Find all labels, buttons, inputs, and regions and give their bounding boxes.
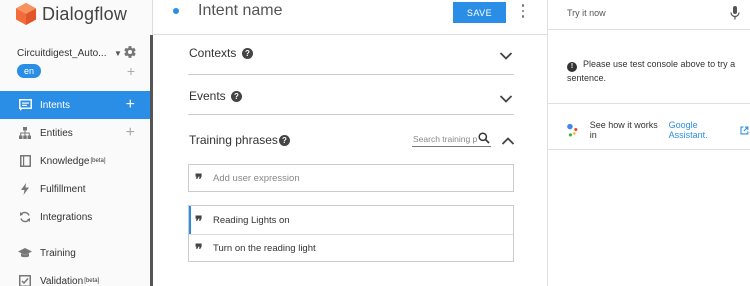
sidebar-item-label: Intents (40, 99, 71, 111)
sidebar-item-integrations[interactable]: Integrations (0, 203, 153, 231)
sidebar-item-label: Knowledge (40, 155, 90, 167)
try-it-now-bar[interactable]: Try it now (548, 0, 750, 30)
sidebar-item-label: Fulfillment (40, 183, 86, 195)
caret-down-icon: ▼ (113, 49, 122, 58)
beta-badge: [beta] (84, 278, 100, 284)
sidebar-nav: Intents + Entities + Knowledge [beta] Fu… (0, 91, 153, 286)
hierarchy-icon (18, 126, 32, 140)
quote-icon: ❞ (195, 243, 203, 258)
phrase-text[interactable]: Turn on the reading light (213, 243, 316, 254)
dialogflow-logo-icon (16, 3, 36, 25)
quote-icon: ❞ (195, 214, 203, 230)
sidebar-item-label: Training (40, 247, 76, 259)
section-title: Events (189, 89, 226, 103)
chevron-down-icon[interactable] (499, 94, 513, 104)
app-name: Dialogflow (42, 3, 128, 24)
sidebar-item-training[interactable]: Training (0, 239, 153, 267)
try-it-now-input[interactable]: Try it now (567, 8, 606, 18)
google-assistant-icon (567, 123, 578, 137)
google-assistant-row: See how it works in Google Assistant. (567, 120, 749, 140)
sidebar: Dialogflow Circuitdigest_Auto... ▼ en + … (0, 0, 153, 286)
add-entity-icon[interactable]: + (126, 125, 135, 141)
help-icon[interactable]: ? (279, 135, 290, 146)
language-badge[interactable]: en (17, 64, 42, 78)
chevron-up-icon[interactable] (501, 136, 515, 146)
sidebar-item-fulfillment[interactable]: Fulfillment (0, 175, 153, 203)
training-phrases-title: Training phrases (189, 133, 278, 147)
test-console-info: ! Please use test console above to try a … (567, 58, 747, 85)
info-icon: ! (567, 62, 577, 72)
intent-name-input[interactable]: Intent name (198, 2, 283, 20)
graduation-cap-icon (18, 246, 32, 260)
divider (548, 103, 750, 104)
priority-dot-icon[interactable] (173, 8, 179, 14)
contexts-section[interactable]: Contexts ? (188, 35, 514, 75)
search-icon[interactable] (478, 132, 490, 144)
sidebar-item-label: Entities (40, 127, 73, 139)
help-icon[interactable]: ? (231, 91, 242, 102)
book-icon (18, 154, 32, 168)
list-item[interactable]: ❞ Reading Lights on (189, 206, 513, 234)
list-item[interactable]: ❞ Turn on the reading light (189, 234, 513, 262)
more-options-icon[interactable] (520, 3, 526, 19)
add-intent-icon[interactable]: + (126, 97, 135, 113)
sidebar-item-label: Integrations (40, 211, 93, 223)
add-user-expression-input[interactable]: ❞ Add user expression (188, 164, 514, 192)
help-icon[interactable]: ? (242, 48, 253, 59)
info-text: Please use test console above to try a s… (567, 59, 736, 83)
microphone-icon[interactable] (730, 6, 740, 20)
sidebar-item-intents[interactable]: Intents + (0, 91, 153, 119)
test-console-panel: Try it now ! Please use test console abov… (547, 0, 750, 286)
intent-header: Intent name SAVE (153, 0, 547, 35)
phrase-text[interactable]: Reading Lights on (213, 215, 290, 226)
chevron-down-icon[interactable] (499, 51, 513, 61)
agent-name-label: Circuitdigest_Auto... (17, 48, 107, 59)
sidebar-item-entities[interactable]: Entities + (0, 119, 153, 147)
add-expression-placeholder: Add user expression (213, 172, 300, 184)
sidebar-item-knowledge[interactable]: Knowledge [beta] (0, 147, 153, 175)
google-assistant-link[interactable]: Google Assistant. (669, 120, 738, 140)
chat-icon (18, 98, 32, 112)
external-link-icon[interactable] (740, 126, 749, 135)
save-button[interactable]: SAVE (453, 2, 506, 23)
sidebar-item-validation[interactable]: Validation [beta] (0, 267, 153, 286)
divider (548, 149, 750, 150)
language-row: en + (17, 64, 135, 78)
logo[interactable]: Dialogflow (16, 2, 127, 26)
agent-name: Circuitdigest_Auto... ▼ (17, 43, 122, 61)
checkbox-icon (18, 274, 32, 286)
add-language-icon[interactable]: + (127, 64, 135, 78)
lightning-icon (18, 182, 32, 196)
training-phrases-list: ❞ Reading Lights on ❞ Turn on the readin… (188, 205, 514, 262)
main-content: Intent name SAVE Contexts ? Events ? Tra… (153, 0, 547, 286)
section-title: Contexts (189, 46, 237, 60)
sync-icon (18, 210, 32, 224)
beta-badge: [beta] (90, 158, 106, 164)
app-root: Dialogflow Circuitdigest_Auto... ▼ en + … (0, 0, 750, 286)
quote-icon: ❞ (195, 172, 203, 188)
agent-selector[interactable]: Circuitdigest_Auto... ▼ (17, 43, 137, 61)
ga-text: See how it works in (589, 120, 658, 140)
gear-icon[interactable] (123, 45, 137, 59)
sidebar-item-label: Validation (40, 275, 84, 286)
events-section[interactable]: Events ? (188, 75, 514, 115)
